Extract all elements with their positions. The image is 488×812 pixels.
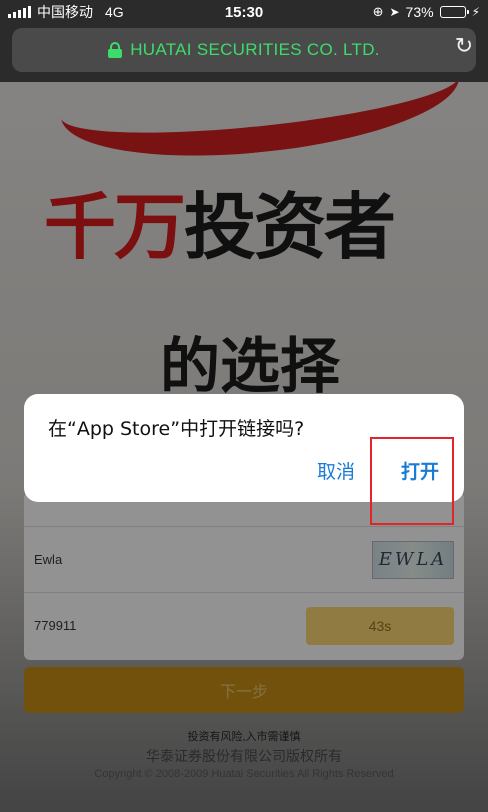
location-arrow-icon: ➤: [389, 5, 400, 19]
charging-icon: ⚡: [471, 5, 480, 19]
status-bar: 中国移动 4G 15:30 ⊕ ➤ 73% ⚡: [0, 0, 488, 24]
network-type: 4G: [105, 4, 124, 20]
lock-icon: [108, 42, 123, 58]
address-bar[interactable]: HUATAI SECURITIES CO. LTD.: [12, 28, 476, 72]
cancel-button[interactable]: 取消: [302, 456, 370, 488]
battery-icon: [439, 6, 469, 18]
url-text: HUATAI SECURITIES CO. LTD.: [130, 40, 380, 59]
browser-toolbar: HUATAI SECURITIES CO. LTD. ↻: [0, 24, 488, 82]
dialog-message: 在“App Store”中打开链接吗?: [48, 418, 305, 440]
status-right: ⊕ ➤ 73% ⚡: [373, 4, 480, 20]
signal-strength-icon: [8, 6, 31, 18]
reload-icon[interactable]: ↻: [452, 34, 476, 58]
orientation-lock-icon: ⊕: [372, 4, 384, 19]
carrier-name: 中国移动: [37, 4, 93, 20]
battery-percent: 73%: [405, 4, 434, 20]
open-button-highlight: [370, 437, 454, 525]
status-left: 中国移动 4G: [8, 2, 124, 22]
